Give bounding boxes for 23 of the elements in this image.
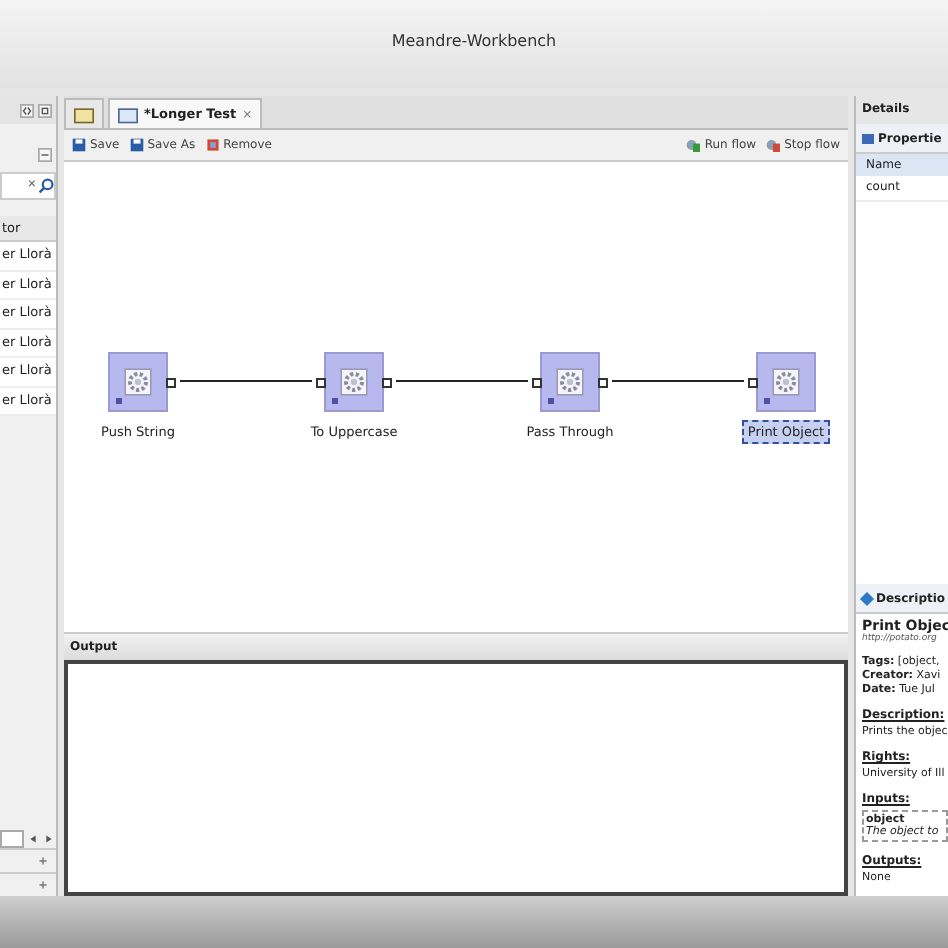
flow-icon xyxy=(766,138,781,152)
connector-line xyxy=(180,379,312,381)
gear-icon xyxy=(770,365,802,397)
minimize-icon[interactable] xyxy=(38,147,52,161)
connector-line xyxy=(612,379,744,381)
search-icon[interactable] xyxy=(38,178,54,194)
gear-icon xyxy=(122,365,154,397)
window-icon[interactable] xyxy=(38,103,52,117)
right-arrow-icon[interactable] xyxy=(42,831,56,845)
arrows-icon[interactable] xyxy=(20,103,34,117)
plus-icon[interactable] xyxy=(36,854,50,868)
tab[interactable] xyxy=(64,98,104,128)
window-icon xyxy=(118,105,138,123)
gear-icon xyxy=(338,365,370,397)
window-title: Meandre-Workbench xyxy=(391,31,557,49)
page-field[interactable] xyxy=(0,829,24,847)
flow-icon xyxy=(686,138,701,152)
remove-icon xyxy=(205,138,220,152)
connector-line xyxy=(396,379,528,381)
plus-icon[interactable] xyxy=(36,878,50,892)
folder-icon xyxy=(74,105,94,123)
left-arrow-icon[interactable] xyxy=(26,831,40,845)
gear-icon xyxy=(554,365,586,397)
